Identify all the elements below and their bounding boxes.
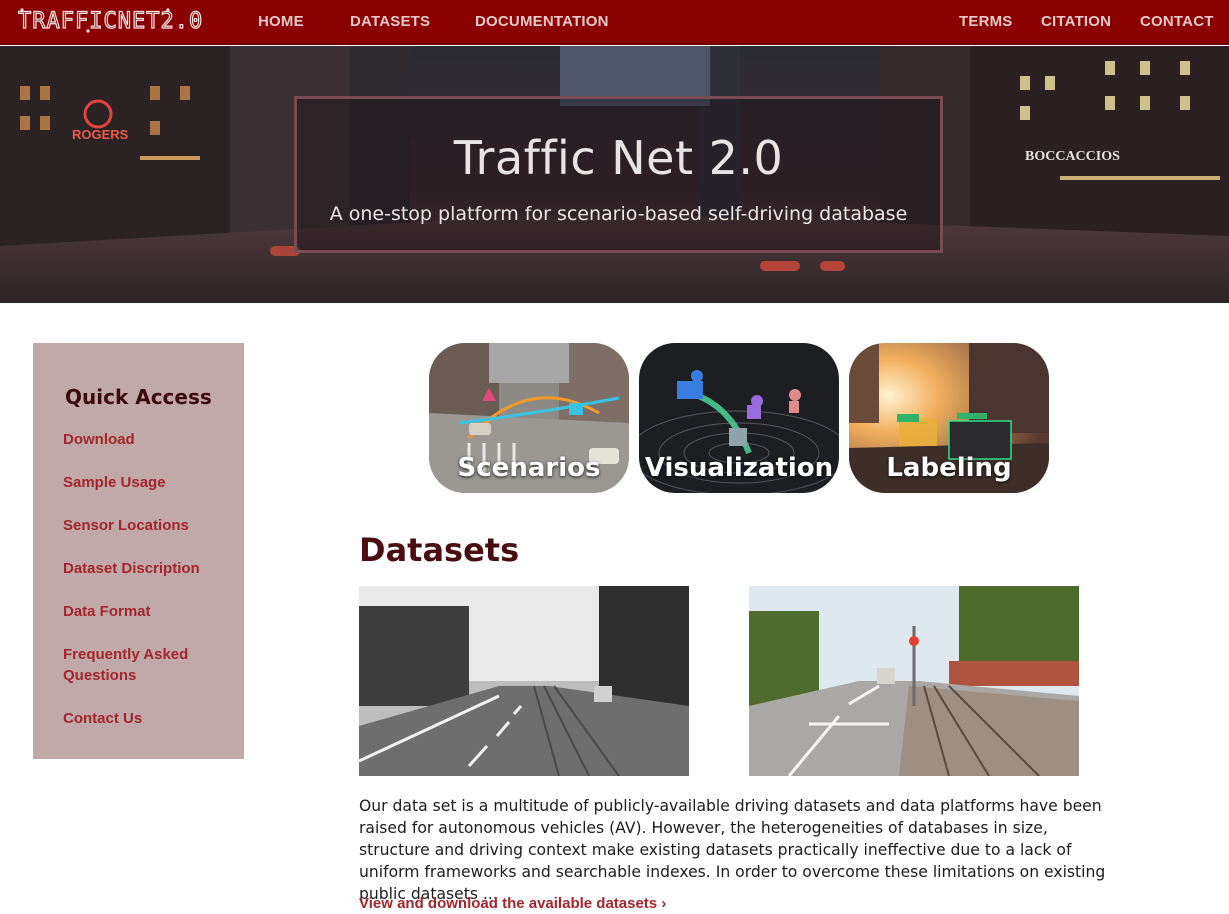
tile-labeling-label: Labeling [886,453,1012,483]
top-navbar: TRAFFICNET2.0 HOME DATASETS DOCUMENTATIO… [0,0,1229,45]
hero-title: Traffic Net 2.0 [453,131,784,185]
nav-datasets[interactable]: DATASETS [350,13,430,30]
nav-contact[interactable]: CONTACT [1140,13,1214,30]
sidebar-item-sensor-locations[interactable]: Sensor Locations [63,515,233,536]
sidebar-item-dataset-description[interactable]: Dataset Discription [63,558,233,579]
datasets-description: Our data set is a multitude of publicly-… [359,797,1106,903]
hero-subtitle: A one-stop platform for scenario-based s… [329,203,908,225]
hero-title-box: Traffic Net 2.0 A one-stop platform for … [294,96,943,253]
tile-scenarios[interactable]: Scenarios [429,343,629,493]
tile-visualization[interactable]: Visualization [639,343,839,493]
hero-sign-right: BOCCACCIOS [1025,149,1120,164]
quick-access-sidebar: Quick Access Download Sample Usage Senso… [33,343,244,759]
view-datasets-link[interactable]: View and download the available datasets… [359,895,666,912]
datasets-heading: Datasets [359,531,520,569]
sidebar-title: Quick Access [65,385,212,409]
tile-scenarios-label: Scenarios [457,453,601,483]
sidebar-item-data-format[interactable]: Data Format [63,601,233,622]
hero-sign-left: ROGERS [72,127,129,142]
sidebar-item-contact-us[interactable]: Contact Us [63,708,233,729]
dataset-image-grayscale-street[interactable] [359,586,689,776]
nav-terms[interactable]: TERMS [959,13,1013,30]
sidebar-item-faq[interactable]: Frequently Asked Questions [63,644,233,686]
logo-text: TRAFFICNET2.0 [18,9,203,34]
sidebar-item-sample-usage[interactable]: Sample Usage [63,472,233,493]
tile-visualization-label: Visualization [644,453,834,483]
sidebar-item-download[interactable]: Download [63,429,233,450]
nav-documentation[interactable]: DOCUMENTATION [475,13,609,30]
hero-banner: ROGERS BOCCACCIOS Traffic Net 2.0 A one-… [0,46,1229,303]
nav-home[interactable]: HOME [258,13,304,30]
tile-labeling[interactable]: Labeling [849,343,1049,493]
site-logo[interactable]: TRAFFICNET2.0 [17,6,218,35]
nav-citation[interactable]: CITATION [1041,13,1111,30]
dataset-image-color-street[interactable] [749,586,1079,776]
